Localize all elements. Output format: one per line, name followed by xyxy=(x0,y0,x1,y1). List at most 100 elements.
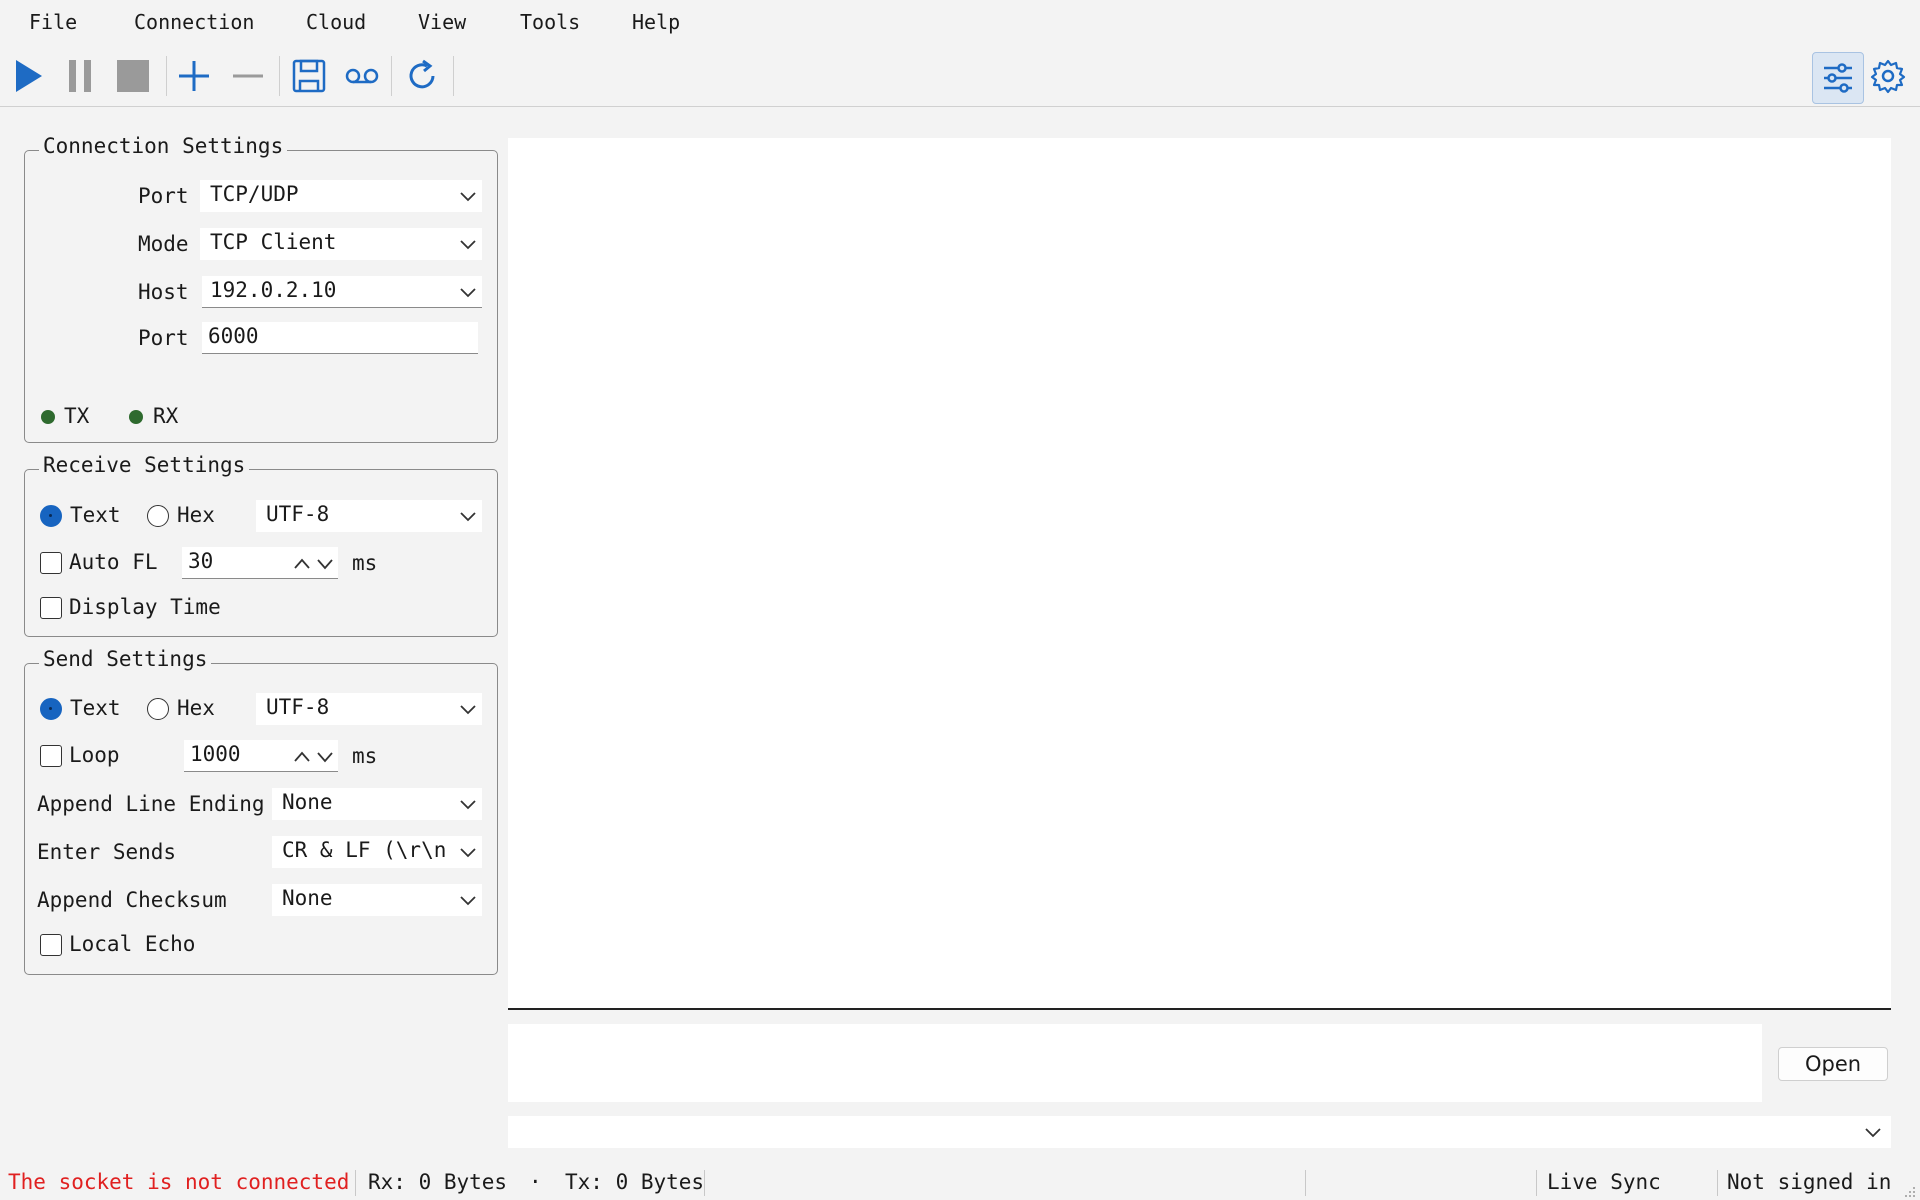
local-echo-label: Local Echo xyxy=(69,932,196,956)
chevron-down-icon xyxy=(460,192,476,202)
chevron-down-icon xyxy=(460,512,476,522)
start-button[interactable] xyxy=(6,54,50,98)
menu-tools[interactable]: Tools xyxy=(520,10,580,34)
spin-arrows-icon[interactable] xyxy=(292,747,336,765)
save-button[interactable] xyxy=(287,54,331,98)
host-label: Host xyxy=(138,280,189,304)
signin-status[interactable]: Not signed in xyxy=(1727,1170,1891,1194)
status-separator-dot: · xyxy=(529,1170,542,1194)
receive-text-label: Text xyxy=(70,503,121,527)
chevron-down-icon xyxy=(460,288,476,298)
auto-fl-checkbox[interactable] xyxy=(40,552,62,574)
pause-button[interactable] xyxy=(58,54,102,98)
chevron-down-icon xyxy=(460,240,476,250)
loop-interval-value: 1000 xyxy=(190,742,241,766)
host-value: 192.0.2.10 xyxy=(210,278,337,302)
tx-indicator xyxy=(41,410,55,424)
receive-encoding-value: UTF-8 xyxy=(266,502,330,526)
settings-button[interactable] xyxy=(1866,54,1910,98)
receive-encoding-select[interactable]: UTF-8 xyxy=(256,500,482,532)
menu-bar: File Connection Cloud View Tools Help xyxy=(0,0,1920,44)
chevron-down-icon xyxy=(460,896,476,906)
chevron-down-icon xyxy=(460,848,476,858)
save-icon xyxy=(292,59,326,93)
port-number-input[interactable]: 6000 xyxy=(202,322,478,354)
toolbar xyxy=(0,46,1920,107)
mode-label: Mode xyxy=(138,232,189,256)
tx-bytes: Tx: 0 Bytes xyxy=(565,1170,705,1194)
append-checksum-label: Append Checksum xyxy=(37,888,227,912)
pause-icon xyxy=(69,60,91,92)
send-text-radio[interactable] xyxy=(40,698,62,720)
append-line-ending-value: None xyxy=(282,790,333,814)
live-sync-status[interactable]: Live Sync xyxy=(1547,1170,1661,1194)
auto-fl-value: 30 xyxy=(188,549,214,573)
rx-indicator xyxy=(129,410,143,424)
connection-status-message: The socket is not connected xyxy=(8,1170,350,1194)
append-line-ending-label: Append Line Ending xyxy=(37,792,265,816)
record-button[interactable] xyxy=(340,54,384,98)
port-type-label: Port xyxy=(138,184,189,208)
send-settings-title: Send Settings xyxy=(39,647,212,671)
send-encoding-select[interactable]: UTF-8 xyxy=(256,693,482,725)
play-icon xyxy=(16,60,42,92)
append-checksum-value: None xyxy=(282,886,333,910)
stop-button[interactable] xyxy=(111,54,155,98)
loop-label: Loop xyxy=(69,743,120,767)
port-number-value: 6000 xyxy=(208,324,259,348)
enter-sends-select[interactable]: CR & LF (\r\n xyxy=(272,836,482,868)
menu-connection[interactable]: Connection xyxy=(134,10,254,34)
chevron-down-icon xyxy=(1865,1128,1881,1138)
connection-settings-title: Connection Settings xyxy=(39,134,288,158)
rx-bytes: Rx: 0 Bytes xyxy=(368,1170,508,1194)
minus-icon xyxy=(233,74,263,78)
plus-icon xyxy=(179,61,209,91)
open-button[interactable]: Open xyxy=(1778,1047,1888,1081)
record-icon xyxy=(345,68,379,84)
send-hex-radio[interactable] xyxy=(147,698,169,720)
add-button[interactable] xyxy=(172,54,216,98)
resize-grip-icon[interactable] xyxy=(1904,1186,1916,1198)
status-bar: The socket is not connected Rx: 0 Bytes … xyxy=(0,1162,1920,1200)
remove-button[interactable] xyxy=(226,54,270,98)
chevron-down-icon xyxy=(460,705,476,715)
port-type-value: TCP/UDP xyxy=(210,182,299,206)
rx-label: RX xyxy=(153,404,179,428)
receive-hex-label: Hex xyxy=(177,503,215,527)
append-line-ending-select[interactable]: None xyxy=(272,788,482,820)
mode-select[interactable]: TCP Client xyxy=(200,228,482,260)
host-combo[interactable]: 192.0.2.10 xyxy=(202,276,482,308)
send-text-label: Text xyxy=(70,696,121,720)
refresh-button[interactable] xyxy=(400,54,444,98)
enter-sends-label: Enter Sends xyxy=(37,840,177,864)
append-checksum-select[interactable]: None xyxy=(272,884,482,916)
gear-icon xyxy=(1870,59,1906,94)
receive-settings-title: Receive Settings xyxy=(39,453,250,477)
stop-icon xyxy=(117,60,149,92)
menu-file[interactable]: File xyxy=(29,10,77,34)
local-echo-checkbox[interactable] xyxy=(40,934,62,956)
display-time-label: Display Time xyxy=(69,595,221,619)
auto-fl-spinbox[interactable]: 30 xyxy=(182,547,338,579)
mode-value: TCP Client xyxy=(210,230,337,254)
sliders-icon xyxy=(1824,63,1852,93)
receive-hex-radio[interactable] xyxy=(147,505,169,527)
menu-view[interactable]: View xyxy=(418,10,466,34)
auto-fl-unit: ms xyxy=(352,551,378,575)
receive-text-radio[interactable] xyxy=(40,505,62,527)
chevron-down-icon xyxy=(460,800,476,810)
loop-interval-spinbox[interactable]: 1000 xyxy=(184,740,338,772)
settings-panel-toggle[interactable] xyxy=(1812,52,1864,104)
port-type-select[interactable]: TCP/UDP xyxy=(200,180,482,212)
auto-fl-label: Auto FL xyxy=(69,550,158,574)
send-history-combo[interactable] xyxy=(508,1116,1891,1148)
spin-arrows-icon[interactable] xyxy=(292,554,336,572)
enter-sends-value: CR & LF (\r\n xyxy=(282,838,447,862)
menu-help[interactable]: Help xyxy=(632,10,680,34)
refresh-icon xyxy=(409,59,435,89)
loop-checkbox[interactable] xyxy=(40,745,62,767)
output-area[interactable] xyxy=(508,138,1891,1010)
display-time-checkbox[interactable] xyxy=(40,597,62,619)
send-input[interactable] xyxy=(508,1024,1762,1102)
menu-cloud[interactable]: Cloud xyxy=(306,10,366,34)
